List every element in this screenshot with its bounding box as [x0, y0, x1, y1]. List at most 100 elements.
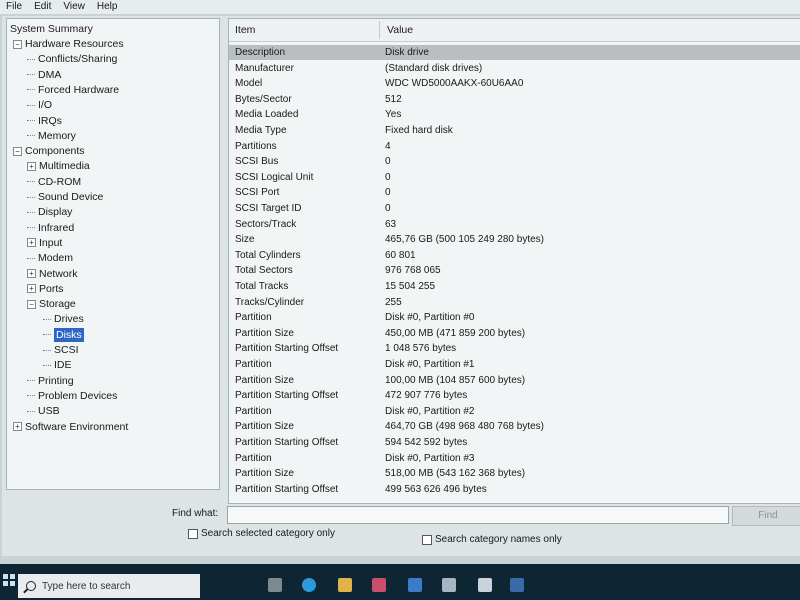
tree-item[interactable]: − Components	[13, 144, 85, 158]
category-tree[interactable]: System Summary − Hardware Resources Confli…	[6, 18, 220, 490]
tree-item[interactable]: CD-ROM	[27, 175, 81, 189]
item-cell: Partition	[235, 405, 272, 417]
table-row[interactable]: Partition Starting Offset 472 907 776 byt…	[229, 388, 800, 403]
checkbox-label: Search category names only	[435, 534, 562, 545]
item-cell: Bytes/Sector	[235, 93, 292, 105]
table-row[interactable]: Size 465,76 GB (500 105 249 280 bytes)	[229, 232, 800, 247]
tree-item[interactable]: Conflicts/Sharing	[27, 52, 117, 66]
collapse-icon[interactable]: −	[13, 39, 22, 49]
table-row[interactable]: Total Cylinders 60 801	[229, 248, 800, 263]
table-row[interactable]: SCSI Logical Unit 0	[229, 170, 800, 185]
tree-item[interactable]: Memory	[27, 129, 76, 143]
menu-view[interactable]: View	[57, 0, 91, 14]
task-view-icon[interactable]	[268, 578, 282, 592]
table-row[interactable]: Partition Size 100,00 MB (104 857 600 byt…	[229, 373, 800, 388]
menu-file[interactable]: File	[0, 0, 28, 14]
table-row[interactable]: Partition Size 518,00 MB (543 162 368 byt…	[229, 466, 800, 481]
find-button[interactable]: Find	[732, 506, 800, 526]
search-category-names-checkbox[interactable]: Search category names only	[422, 534, 562, 545]
table-row[interactable]: Total Tracks 15 504 255	[229, 279, 800, 294]
tree-item[interactable]: Drives	[43, 312, 84, 326]
menu-edit[interactable]: Edit	[28, 0, 57, 14]
table-row[interactable]: Partition Starting Offset 594 542 592 byt…	[229, 435, 800, 450]
table-row[interactable]: SCSI Port 0	[229, 185, 800, 200]
tree-item[interactable]: SCSI	[43, 343, 79, 357]
table-row[interactable]: Partition Disk #0, Partition #1	[229, 357, 800, 372]
tree-item[interactable]: Problem Devices	[27, 389, 117, 403]
table-row[interactable]: Media Loaded Yes	[229, 107, 800, 122]
tree-item[interactable]: I/O	[27, 98, 52, 112]
column-header-value[interactable]: Value	[387, 24, 413, 36]
table-row[interactable]: Partition Starting Offset 499 563 626 496…	[229, 482, 800, 497]
tree-item[interactable]: + Input	[27, 236, 62, 250]
column-divider[interactable]	[379, 21, 380, 39]
tree-item[interactable]: USB	[27, 404, 60, 418]
mail-icon[interactable]	[408, 578, 422, 592]
column-header-item[interactable]: Item	[235, 24, 255, 36]
value-cell: 472 907 776 bytes	[385, 390, 468, 402]
tree-item[interactable]: − Hardware Resources	[13, 37, 124, 51]
taskbar: Type here to search	[0, 564, 800, 600]
table-row[interactable]: Partition Starting Offset 1 048 576 bytes	[229, 341, 800, 356]
table-row[interactable]: SCSI Bus 0	[229, 154, 800, 169]
tree-item-system-summary[interactable]: System Summary	[10, 22, 93, 36]
tree-item[interactable]: + Network	[27, 267, 78, 281]
app-icon[interactable]	[442, 578, 456, 592]
expand-icon[interactable]: +	[27, 238, 36, 248]
tree-item[interactable]: IDE	[43, 358, 72, 372]
tree-item[interactable]: + Software Environment	[13, 420, 128, 434]
tree-item[interactable]: Display	[27, 205, 72, 219]
taskbar-search[interactable]: Type here to search	[18, 574, 200, 598]
tree-item-label: IRQs	[38, 114, 62, 127]
table-row[interactable]: Manufacturer (Standard disk drives)	[229, 61, 800, 76]
tree-item[interactable]: Printing	[27, 374, 74, 388]
tree-item[interactable]: Modem	[27, 251, 73, 265]
table-row[interactable]: Total Sectors 976 768 065	[229, 263, 800, 278]
table-row[interactable]: Model WDC WD5000AAKX-60U6AA0	[229, 76, 800, 91]
value-cell: 4	[385, 140, 391, 152]
tree-item[interactable]: Disks	[43, 327, 84, 342]
item-cell: Total Cylinders	[235, 249, 301, 261]
tree-item[interactable]: − Storage	[27, 297, 76, 311]
search-selected-category-checkbox[interactable]: Search selected category only	[188, 528, 335, 539]
windows-start-icon[interactable]	[3, 574, 15, 586]
table-row[interactable]: Partition Size 450,00 MB (471 859 200 byt…	[229, 326, 800, 341]
edge-browser-icon[interactable]	[302, 578, 316, 592]
item-cell: Sectors/Track	[235, 218, 297, 230]
tree-item[interactable]: + Ports	[27, 282, 64, 296]
table-row[interactable]: SCSI Target ID 0	[229, 201, 800, 216]
checkbox-box[interactable]	[422, 534, 432, 545]
checkbox-box[interactable]	[188, 528, 198, 539]
table-row[interactable]: Bytes/Sector 512	[229, 92, 800, 107]
app-icon[interactable]	[478, 578, 492, 592]
table-row[interactable]: Media Type Fixed hard disk	[229, 123, 800, 138]
table-row[interactable]: Partition Disk #0, Partition #0	[229, 310, 800, 325]
file-explorer-icon[interactable]	[338, 578, 352, 592]
tree-item[interactable]: + Multimedia	[27, 159, 90, 173]
table-row[interactable]: Partition Size 464,70 GB (498 968 480 768…	[229, 419, 800, 434]
collapse-icon[interactable]: −	[13, 146, 22, 156]
expand-icon[interactable]: +	[27, 161, 36, 171]
table-row[interactable]: Partitions 4	[229, 139, 800, 154]
find-input[interactable]	[227, 506, 729, 524]
collapse-icon[interactable]: −	[27, 299, 36, 309]
table-row[interactable]: Partition Disk #0, Partition #3	[229, 451, 800, 466]
tree-item[interactable]: Sound Device	[27, 190, 103, 204]
table-row[interactable]: Partition Disk #0, Partition #2	[229, 404, 800, 419]
item-cell: Partitions	[235, 140, 277, 152]
tree-item[interactable]: Infrared	[27, 221, 74, 235]
table-row[interactable]: Sectors/Track 63	[229, 217, 800, 232]
value-cell: 450,00 MB (471 859 200 bytes)	[385, 327, 526, 339]
menu-help[interactable]: Help	[91, 0, 124, 14]
table-row[interactable]: Description Disk drive	[229, 45, 800, 60]
store-icon[interactable]	[372, 578, 386, 592]
tree-item[interactable]: Forced Hardware	[27, 83, 119, 97]
item-cell: Partition Size	[235, 374, 294, 386]
tree-item[interactable]: IRQs	[27, 114, 62, 128]
expand-icon[interactable]: +	[27, 269, 36, 278]
system-info-app-icon[interactable]	[510, 578, 524, 592]
expand-icon[interactable]: +	[13, 422, 22, 431]
table-row[interactable]: Tracks/Cylinder 255	[229, 295, 800, 310]
expand-icon[interactable]: +	[27, 284, 36, 294]
tree-item[interactable]: DMA	[27, 68, 61, 82]
